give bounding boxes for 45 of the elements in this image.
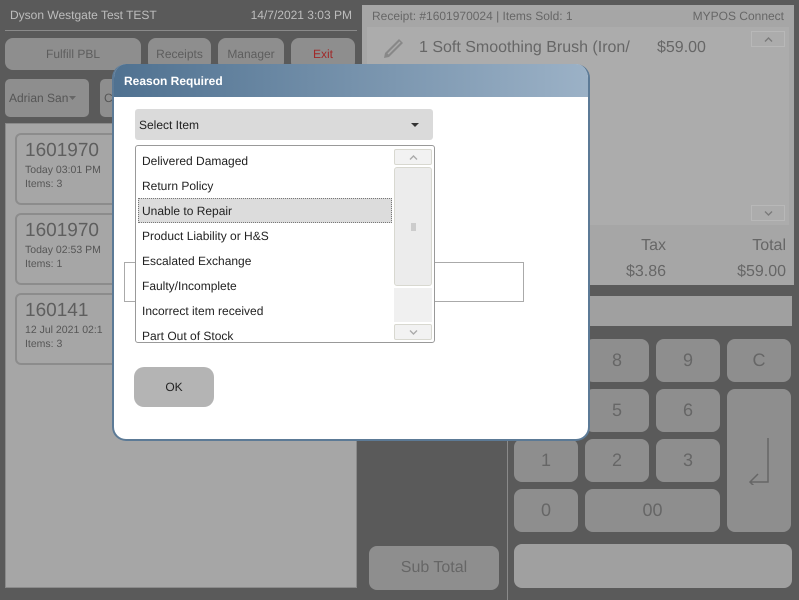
total-label: Tax bbox=[640, 236, 666, 256]
receipt-header: Receipt: #1601970024 | Items Sold: 1 bbox=[372, 9, 573, 23]
chevron-up-icon bbox=[408, 154, 418, 160]
scroll-down-button[interactable] bbox=[751, 205, 785, 221]
reason-option[interactable]: Delivered Damaged bbox=[138, 148, 392, 173]
dropdown-arrow-icon bbox=[69, 96, 76, 100]
receipt-time: Today 02:53 PM bbox=[25, 243, 101, 257]
scroll-down-button[interactable] bbox=[394, 324, 432, 340]
total-value: $59.00 bbox=[736, 262, 786, 282]
receipt-time: Today 03:01 PM bbox=[25, 163, 101, 177]
receipt-items: Items: 3 bbox=[25, 177, 62, 191]
ok-button[interactable]: OK bbox=[134, 367, 214, 407]
item-price: $59.00 bbox=[657, 39, 706, 57]
receipt-number: 1601970 bbox=[25, 219, 99, 243]
total-label: Total bbox=[751, 236, 786, 256]
chevron-down-icon bbox=[764, 210, 772, 216]
store-name: Dyson Westgate Test TEST bbox=[10, 8, 157, 22]
grip-icon bbox=[410, 222, 416, 230]
brand-label: MYPOS Connect bbox=[692, 9, 784, 23]
receipt-items: Items: 3 bbox=[25, 337, 62, 351]
enter-icon bbox=[748, 436, 770, 484]
receipt-number: 160141 bbox=[25, 299, 88, 323]
reason-option[interactable]: Part Out of Stock bbox=[138, 323, 392, 342]
item-description: 1 Soft Smoothing Brush (Iron/ bbox=[419, 39, 631, 57]
chevron-up-icon bbox=[764, 36, 772, 42]
reason-option[interactable]: Faulty/Incomplete bbox=[138, 273, 392, 298]
chevron-down-icon bbox=[408, 330, 418, 334]
dialog-title: Reason Required bbox=[114, 64, 588, 97]
scroll-up-button[interactable] bbox=[394, 149, 432, 165]
reason-option[interactable]: Product Liability or H&S bbox=[138, 223, 392, 248]
reason-option[interactable]: Return Policy bbox=[138, 173, 392, 198]
reason-option[interactable]: Unable to Repair bbox=[138, 198, 392, 223]
enter-key[interactable] bbox=[727, 389, 791, 532]
receipt-number: 1601970 bbox=[25, 139, 99, 163]
receipt-time: 12 Jul 2021 02:1 bbox=[25, 323, 103, 337]
staff-dropdown[interactable]: Adrian San bbox=[5, 79, 89, 117]
receipt-items: Items: 1 bbox=[25, 257, 62, 271]
date-time: 14/7/2021 3:03 PM bbox=[250, 8, 352, 22]
dropdown-arrow-icon bbox=[411, 122, 419, 126]
scroll-up-button[interactable] bbox=[751, 31, 785, 47]
scroll-thumb[interactable] bbox=[394, 167, 432, 286]
reason-select[interactable]: Select Item bbox=[135, 109, 433, 140]
reason-option[interactable]: Incorrect item received bbox=[138, 298, 392, 323]
total-value: $3.86 bbox=[624, 262, 666, 282]
reason-option[interactable]: Escalated Exchange bbox=[138, 248, 392, 273]
